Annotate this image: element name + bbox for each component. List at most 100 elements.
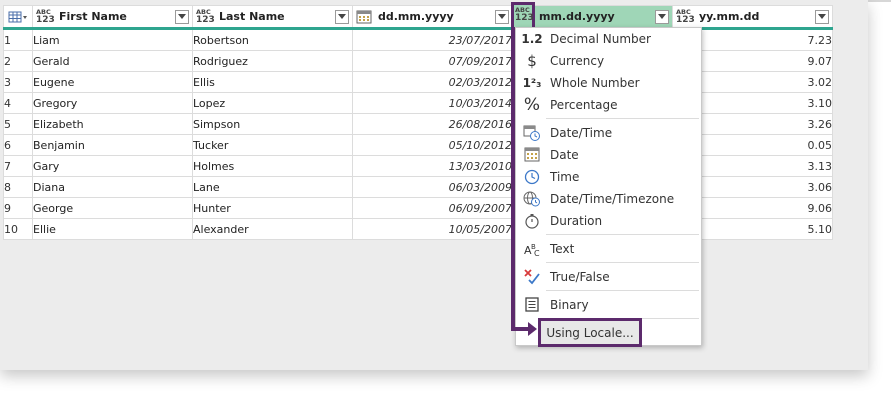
menu-item-label: Percentage — [550, 97, 618, 112]
menu-item-date[interactable]: Date — [516, 144, 701, 165]
row-number[interactable]: 4 — [3, 92, 33, 114]
cell-last-name[interactable]: Lopez — [192, 92, 353, 114]
cell-last-name[interactable]: Rodriguez — [192, 50, 353, 72]
menu-item-decimal-number[interactable]: 1.2 Decimal Number — [516, 28, 701, 49]
cell-first-name[interactable]: Eugene — [32, 71, 193, 93]
cell-date[interactable]: 07/09/2017 — [352, 50, 513, 72]
cell-first-name[interactable]: Diana — [32, 176, 193, 198]
cell-date[interactable]: 13/03/2010 — [352, 155, 513, 177]
cell-first-name[interactable]: Gerald — [32, 50, 193, 72]
cell-last-name[interactable]: Tucker — [192, 134, 353, 156]
menu-item-label: Binary — [550, 297, 589, 312]
cell-date[interactable]: 23/07/2017 — [352, 28, 513, 51]
cell-last-name[interactable]: Simpson — [192, 113, 353, 135]
menu-item-text[interactable]: ABC Text — [516, 238, 701, 259]
menu-separator — [546, 118, 699, 119]
cell-date[interactable]: 06/09/2007 — [352, 197, 513, 219]
cell-first-name[interactable]: Elizabeth — [32, 113, 193, 135]
row-number[interactable]: 1 — [3, 28, 33, 51]
calendar-icon[interactable] — [356, 10, 372, 24]
text-type-icon[interactable]: ABC 123 — [196, 9, 215, 25]
filter-dropdown-button[interactable] — [815, 9, 829, 24]
column-header-yy-mm-dd[interactable]: ABC 123 yy.mm.dd — [672, 5, 833, 30]
table-row: 7 Gary Holmes 13/03/2010 3.13 — [3, 155, 833, 177]
cell-first-name[interactable]: Liam — [32, 28, 193, 51]
menu-item-datetime[interactable]: Date/Time — [516, 122, 701, 143]
header-row: ABC 123 First Name ABC 123 Last Name dd.… — [3, 5, 833, 30]
cell-last-name[interactable]: Hunter — [192, 197, 353, 219]
text-type-icon[interactable]: ABC 123 — [36, 9, 55, 25]
text-type-icon[interactable]: ABC 123 — [515, 7, 534, 23]
cell-first-name[interactable]: Gregory — [32, 92, 193, 114]
cell-first-name[interactable]: Gary — [32, 155, 193, 177]
table-row: 5 Elizabeth Simpson 26/08/2016 3.26 — [3, 113, 833, 135]
svg-text:C: C — [534, 249, 540, 257]
menu-item-label: Date — [550, 147, 579, 162]
column-header-mm-dd-yyyy[interactable]: mm.dd.yyyy — [512, 5, 673, 30]
cell-date[interactable]: 02/03/2012 — [352, 71, 513, 93]
row-number[interactable]: 2 — [3, 50, 33, 72]
cell-date[interactable]: 06/03/2009 — [352, 176, 513, 198]
true-false-icon — [518, 266, 546, 287]
menu-item-percentage[interactable]: % Percentage — [516, 94, 701, 115]
menu-item-datetime-timezone[interactable]: Date/Time/Timezone — [516, 188, 701, 209]
menu-item-label: Duration — [550, 213, 603, 228]
cell-last-name[interactable]: Alexander — [192, 218, 353, 240]
cell-first-name[interactable]: George — [32, 197, 193, 219]
column-header-last-name[interactable]: ABC 123 Last Name — [192, 5, 353, 30]
text-type-icon[interactable]: ABC 123 — [676, 9, 695, 24]
type-123: 123 — [36, 14, 55, 25]
row-number[interactable]: 3 — [3, 71, 33, 93]
cell-first-name[interactable]: Ellie — [32, 218, 193, 240]
type-123: 123 — [196, 14, 215, 25]
cell-first-name[interactable]: Benjamin — [32, 134, 193, 156]
date-icon — [518, 144, 546, 165]
filter-dropdown-button[interactable] — [655, 9, 669, 24]
row-number[interactable]: 8 — [3, 176, 33, 198]
cell-last-name[interactable]: Robertson — [192, 28, 353, 51]
menu-item-whole-number[interactable]: 1²₃ Whole Number — [516, 72, 701, 93]
column-header-dd-mm-yyyy[interactable]: dd.mm.yyyy — [352, 5, 513, 30]
menu-item-true-false[interactable]: True/False — [516, 266, 701, 287]
column-title: Last Name — [219, 10, 285, 23]
row-number[interactable]: 9 — [3, 197, 33, 219]
cell-last-name[interactable]: Ellis — [192, 71, 353, 93]
type-123: 123 — [515, 12, 534, 23]
row-number[interactable]: 7 — [3, 155, 33, 177]
callout-arrow-head — [528, 322, 537, 336]
table-menu-corner[interactable] — [3, 5, 33, 30]
cell-last-name[interactable]: Lane — [192, 176, 353, 198]
menu-item-label: Date/Time — [550, 125, 613, 140]
row-number[interactable]: 5 — [3, 113, 33, 135]
menu-item-label: True/False — [550, 269, 610, 284]
decimal-number-icon: 1.2 — [521, 31, 543, 46]
table-row: 4 Gregory Lopez 10/03/2014 3.10 — [3, 92, 833, 114]
filter-dropdown-button[interactable] — [175, 9, 189, 24]
column-title: mm.dd.yyyy — [539, 10, 615, 23]
row-number[interactable]: 6 — [3, 134, 33, 156]
menu-item-label: Date/Time/Timezone — [550, 191, 675, 206]
whole-number-icon: 1²₃ — [522, 75, 542, 90]
column-header-first-name[interactable]: ABC 123 First Name — [32, 5, 193, 30]
row-number[interactable]: 10 — [3, 218, 33, 240]
menu-item-time[interactable]: Time — [516, 166, 701, 187]
menu-item-label: Whole Number — [550, 75, 640, 90]
chevron-down-icon — [818, 13, 826, 19]
cell-date[interactable]: 26/08/2016 — [352, 113, 513, 135]
filter-dropdown-button[interactable] — [495, 9, 509, 24]
menu-item-binary[interactable]: Binary — [516, 294, 701, 315]
cell-last-name[interactable]: Holmes — [192, 155, 353, 177]
chevron-down-icon — [178, 13, 186, 19]
cell-date[interactable]: 05/10/2012 — [352, 134, 513, 156]
menu-item-duration[interactable]: Duration — [516, 210, 701, 231]
callout-arrow-line — [511, 327, 529, 331]
cell-date[interactable]: 10/03/2014 — [352, 92, 513, 114]
time-icon — [518, 166, 546, 187]
active-type-icon-highlight[interactable]: ABC 123 — [511, 2, 535, 30]
menu-item-using-locale[interactable]: Using Locale... — [538, 318, 642, 347]
filter-dropdown-button[interactable] — [335, 9, 349, 24]
data-grid: ABC 123 First Name ABC 123 Last Name dd.… — [3, 5, 833, 240]
menu-item-currency[interactable]: $ Currency — [516, 50, 701, 71]
cell-date[interactable]: 10/05/2007 — [352, 218, 513, 240]
menu-separator — [546, 262, 699, 263]
